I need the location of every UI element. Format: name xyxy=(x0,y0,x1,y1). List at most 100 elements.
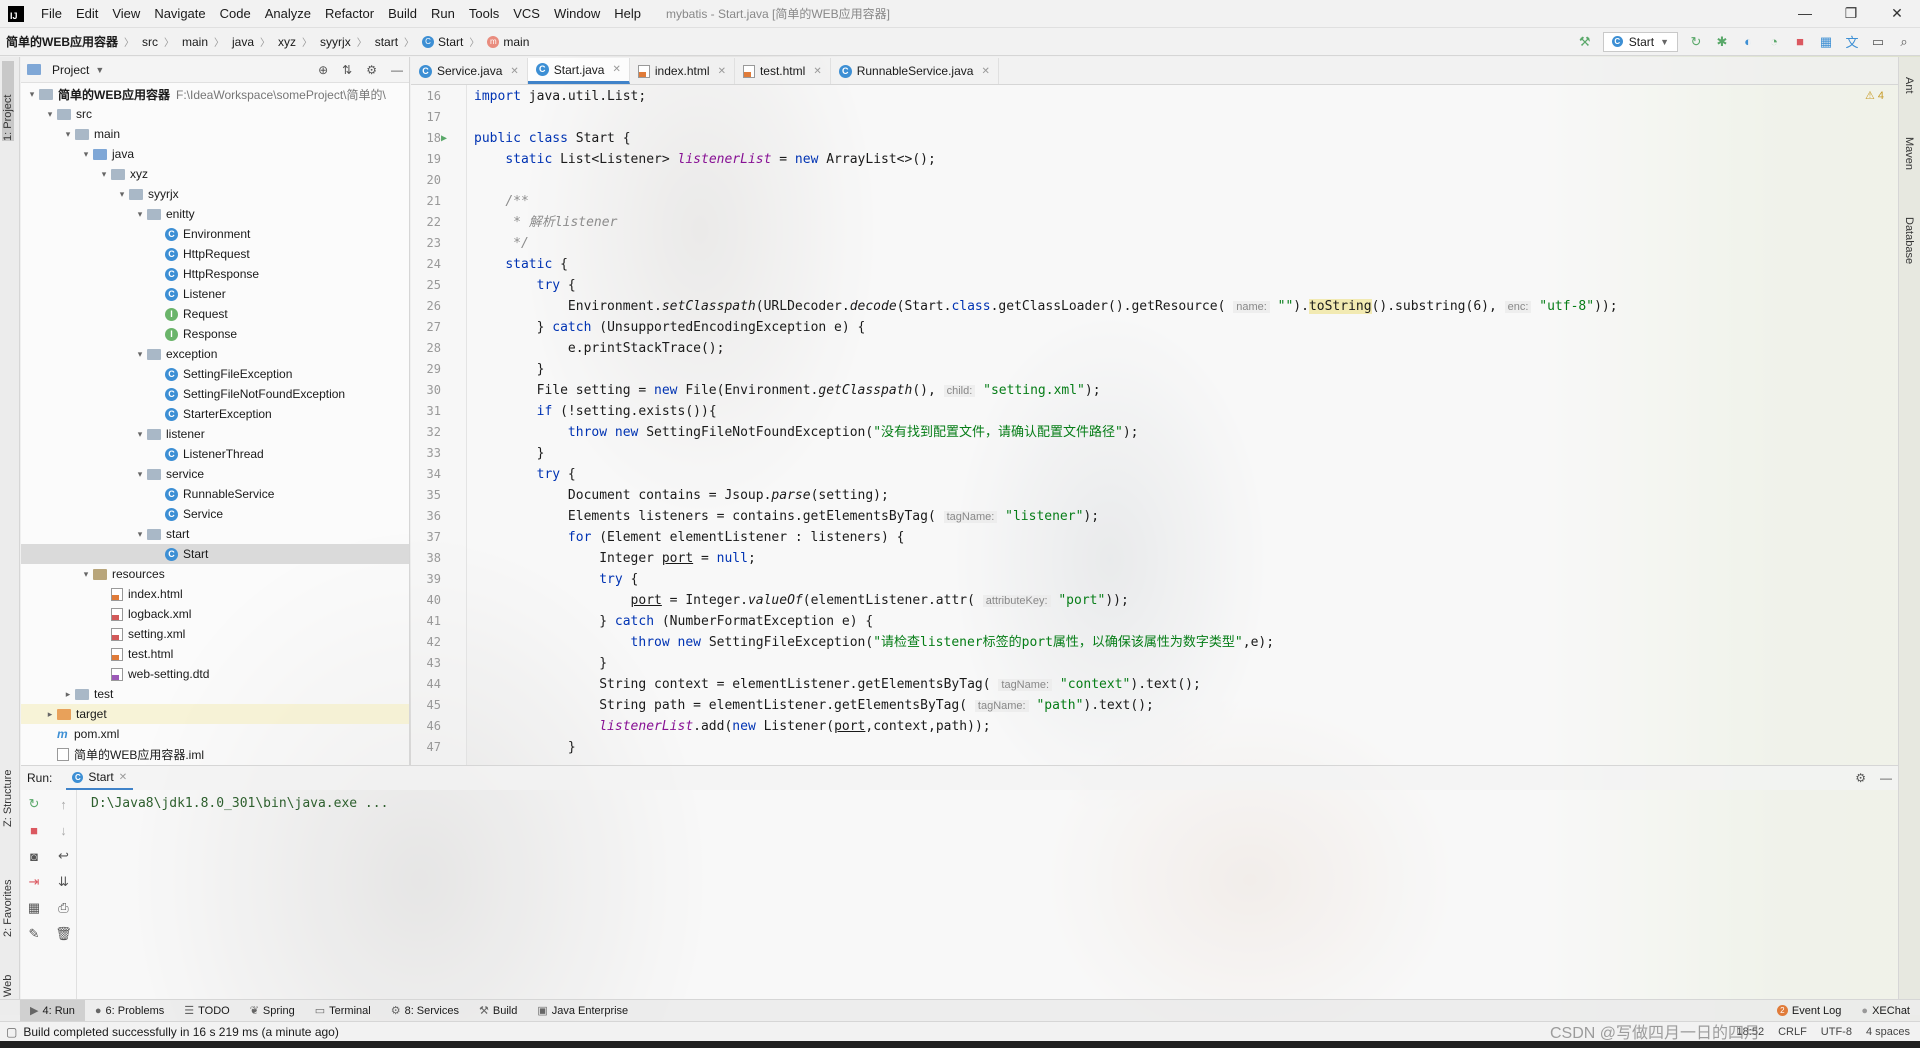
maximize-button[interactable]: ❐ xyxy=(1828,5,1874,22)
code-line[interactable]: 39 try { xyxy=(411,569,1891,590)
breadcrumb-item[interactable]: 简单的WEB应用容器 xyxy=(0,33,122,50)
menu-item-view[interactable]: View xyxy=(105,0,147,28)
tree-item[interactable]: ▸ test xyxy=(21,684,409,704)
bottom-tool-spring[interactable]: ❦ Spring xyxy=(240,1000,305,1022)
run-tab-start[interactable]: C Start ✕ xyxy=(66,766,134,790)
run-configuration-select[interactable]: C Start ▼ xyxy=(1602,31,1678,52)
hide-panel-icon[interactable]: — xyxy=(391,63,403,77)
code-line[interactable]: 33 } xyxy=(411,443,1891,464)
expand-arrow-icon[interactable]: ▾ xyxy=(133,529,147,540)
bottom-tool-java-enterprise[interactable]: ▣ Java Enterprise xyxy=(527,1000,638,1022)
minimize-button[interactable]: — xyxy=(1782,5,1828,22)
code-area[interactable]: ⚠ 4 16 import java.util.List; 17 18 ▶ public … xyxy=(411,85,1898,765)
tree-item[interactable]: C ListenerThread xyxy=(21,444,409,464)
line-separator[interactable]: CRLF xyxy=(1778,1026,1807,1038)
soft-wrap-icon[interactable]: ↩ xyxy=(56,848,72,864)
close-icon[interactable]: ✕ xyxy=(510,66,518,77)
close-icon[interactable]: ✕ xyxy=(612,64,620,75)
event-log-button[interactable]: 2 Event Log xyxy=(1767,1000,1852,1022)
editor-tab[interactable]: C RunnableService.java ✕ xyxy=(831,58,999,84)
tree-item[interactable]: ▸ target xyxy=(21,704,409,724)
code-line[interactable]: 31 if (!setting.exists()){ xyxy=(411,401,1891,422)
arrow-up-icon[interactable]: ↑ xyxy=(56,796,72,812)
code-line[interactable]: 16 import java.util.List; xyxy=(411,86,1891,107)
tree-item[interactable]: ▾ 简单的WEB应用容器 F:\IdeaWorkspace\someProject\… xyxy=(21,84,409,104)
expand-arrow-icon[interactable]: ▾ xyxy=(133,469,147,480)
menu-item-edit[interactable]: Edit xyxy=(69,0,105,28)
expand-arrow-icon[interactable]: ▾ xyxy=(79,149,93,160)
code-line[interactable]: 32 throw new SettingFileNotFoundExceptio… xyxy=(411,422,1891,443)
tree-item[interactable]: C StarterException xyxy=(21,404,409,424)
menu-item-window[interactable]: Window xyxy=(547,0,607,28)
expand-arrow-icon[interactable]: ▾ xyxy=(133,209,147,220)
rerun-icon[interactable]: ↻ xyxy=(26,796,42,812)
exit-icon[interactable]: ⇥ xyxy=(26,874,42,890)
code-line[interactable]: 47 } xyxy=(411,737,1891,758)
tree-item[interactable]: C HttpResponse xyxy=(21,264,409,284)
bottom-tool-todo[interactable]: ☰ TODO xyxy=(174,1000,239,1022)
code-line[interactable]: 28 e.printStackTrace(); xyxy=(411,338,1891,359)
code-line[interactable]: 36 Elements listeners = contains.getElem… xyxy=(411,506,1891,527)
bottom-tool-8-services[interactable]: ⚙ 8: Services xyxy=(381,1000,469,1022)
tree-item[interactable]: ▾ exception xyxy=(21,344,409,364)
menu-item-build[interactable]: Build xyxy=(381,0,424,28)
code-line[interactable]: 35 Document contains = Jsoup.parse(setti… xyxy=(411,485,1891,506)
editor-tab[interactable]: C Service.java ✕ xyxy=(411,58,528,84)
tree-item[interactable]: C SettingFileNotFoundException xyxy=(21,384,409,404)
editor-tab[interactable]: test.html ✕ xyxy=(735,58,831,84)
close-icon[interactable]: ✕ xyxy=(119,772,127,783)
code-line[interactable]: 46 listenerList.add(new Listener(port,co… xyxy=(411,716,1891,737)
menu-item-analyze[interactable]: Analyze xyxy=(258,0,318,28)
expand-arrow-icon[interactable]: ▾ xyxy=(43,109,57,120)
profile-icon[interactable]: ◔ xyxy=(1766,34,1782,50)
code-line[interactable]: 20 xyxy=(411,170,1891,191)
tree-item[interactable]: ▾ start xyxy=(21,524,409,544)
code-line[interactable]: 25 try { xyxy=(411,275,1891,296)
menu-item-help[interactable]: Help xyxy=(607,0,648,28)
ant-tool-tab[interactable]: Ant xyxy=(1903,77,1915,94)
bottom-tool-build[interactable]: ⚒ Build xyxy=(469,1000,527,1022)
expand-arrow-icon[interactable]: ▾ xyxy=(133,429,147,440)
code-line[interactable]: 37 for (Element elementListener : listen… xyxy=(411,527,1891,548)
menu-item-run[interactable]: Run xyxy=(424,0,462,28)
gear-icon[interactable]: ⚙ xyxy=(1855,771,1866,785)
code-line[interactable]: 29 } xyxy=(411,359,1891,380)
collapse-all-icon[interactable]: ⇅ xyxy=(342,63,352,77)
tree-item[interactable]: ▾ resources xyxy=(21,564,409,584)
code-line[interactable]: 22 * 解析listener xyxy=(411,212,1891,233)
rerun-icon[interactable]: ↻ xyxy=(1688,34,1704,50)
tree-item[interactable]: 简单的WEB应用容器.iml xyxy=(21,744,409,764)
code-line[interactable]: 24 static { xyxy=(411,254,1891,275)
menu-item-navigate[interactable]: Navigate xyxy=(147,0,212,28)
structure-tool-tab[interactable]: Z: Structure xyxy=(2,747,14,827)
arrow-down-icon[interactable]: ↓ xyxy=(56,822,72,838)
layout-icon[interactable]: ▦ xyxy=(26,900,42,916)
coverage-icon[interactable]: ◐ xyxy=(1740,34,1756,50)
close-icon[interactable]: ✕ xyxy=(981,66,989,77)
breadcrumb-item[interactable]: start xyxy=(369,35,402,49)
tree-item[interactable]: test.html xyxy=(21,644,409,664)
tree-item[interactable]: C Service xyxy=(21,504,409,524)
breadcrumb-item[interactable]: syyrjx xyxy=(314,35,355,49)
tree-item[interactable]: ▾ syyrjx xyxy=(21,184,409,204)
breadcrumb-item[interactable]: C Start xyxy=(416,35,467,49)
print-icon[interactable]: ⎙ xyxy=(56,900,72,916)
code-line[interactable]: 45 String path = elementListener.getElem… xyxy=(411,695,1891,716)
expand-arrow-icon[interactable]: ▾ xyxy=(61,129,75,140)
code-line[interactable]: 38 Integer port = null; xyxy=(411,548,1891,569)
bottom-tool-terminal[interactable]: ▭ Terminal xyxy=(305,1000,381,1022)
build-hammer-icon[interactable]: ⚒ xyxy=(1577,34,1593,50)
close-window-button[interactable]: ✕ xyxy=(1874,5,1920,22)
tree-item[interactable]: ▾ main xyxy=(21,124,409,144)
translate-icon[interactable]: 文 xyxy=(1844,34,1860,50)
tree-item[interactable]: C SettingFileException xyxy=(21,364,409,384)
project-tool-tab[interactable]: 1: Project xyxy=(2,61,14,141)
expand-arrow-icon[interactable]: ▸ xyxy=(61,689,75,700)
expand-arrow-icon[interactable]: ▾ xyxy=(133,349,147,360)
code-line[interactable]: 26 Environment.setClasspath(URLDecoder.d… xyxy=(411,296,1891,317)
tree-item[interactable]: index.html xyxy=(21,584,409,604)
layout-icon[interactable]: ▭ xyxy=(1870,34,1886,50)
tree-item[interactable]: I Response xyxy=(21,324,409,344)
xechat-button[interactable]: ● XEChat xyxy=(1851,1000,1920,1022)
code-line[interactable]: 44 String context = elementListener.getE… xyxy=(411,674,1891,695)
